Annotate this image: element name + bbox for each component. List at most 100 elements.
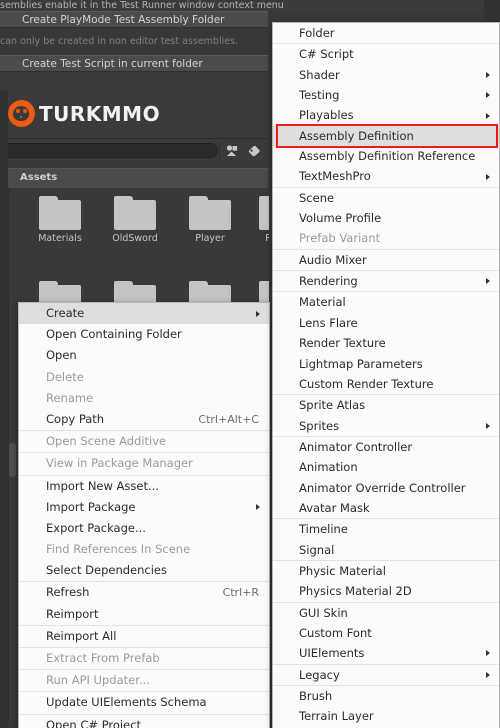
create-item-brush[interactable]: Brush [273, 686, 499, 706]
menu-item-label: Reimport [46, 606, 99, 621]
menu-item-reimport[interactable]: Reimport [19, 604, 269, 625]
turkmmo-watermark: TURKMMO [8, 100, 160, 127]
create-item-gui-skin[interactable]: GUI Skin [273, 603, 499, 623]
assets-breadcrumb[interactable]: Assets [8, 168, 268, 188]
create-item-assembly-definition-reference[interactable]: Assembly Definition Reference [273, 146, 499, 166]
menu-item-label: Playables [299, 108, 354, 123]
create-item-animator-controller[interactable]: Animator Controller [273, 437, 499, 457]
create-item-custom-font[interactable]: Custom Font [273, 623, 499, 643]
create-item-shader[interactable]: Shader [273, 65, 499, 85]
menu-item-label: Timeline [299, 522, 348, 537]
menu-item-extract-from-prefab: Extract From Prefab [19, 648, 269, 669]
asset-label: Player [249, 233, 269, 244]
create-submenu[interactable]: Folder C# Script Shader Testing Playables Ass… [272, 22, 500, 728]
menu-item-select-dependencies[interactable]: Select Dependencies [19, 560, 269, 581]
create-item-scene[interactable]: Scene [273, 188, 499, 208]
create-item-render-texture[interactable]: Render Texture [273, 333, 499, 353]
create-item-rendering[interactable]: Rendering [273, 271, 499, 291]
create-test-script-button[interactable]: Create Test Script in current folder [0, 55, 268, 72]
asset-item[interactable]: OldSword [104, 196, 166, 244]
menu-item-label: Assembly Definition [299, 128, 414, 143]
create-item-timeline[interactable]: Timeline [273, 519, 499, 539]
assets-scrollbar[interactable] [9, 443, 16, 477]
create-item-c-script[interactable]: C# Script [273, 44, 499, 64]
create-item-sprites[interactable]: Sprites [273, 416, 499, 436]
menu-item-label: Export Package... [46, 520, 146, 535]
create-item-animator-override-controller[interactable]: Animator Override Controller [273, 478, 499, 498]
label-filter-icon[interactable] [244, 143, 264, 158]
menu-item-create[interactable]: Create [19, 303, 269, 325]
asset-item[interactable]: Player [179, 196, 241, 244]
create-item-testing[interactable]: Testing [273, 85, 499, 105]
create-item-playables[interactable]: Playables [273, 105, 499, 125]
menu-item-label: Render Texture [299, 336, 386, 351]
menu-item-label: Brush [299, 689, 333, 703]
menu-item-reimport-all[interactable]: Reimport All [19, 626, 269, 647]
asset-item[interactable]: Materials [29, 196, 91, 244]
create-item-uielements[interactable]: UIElements [273, 643, 499, 663]
menu-item-label: Scene [299, 190, 335, 205]
submenu-arrow-icon [486, 71, 490, 78]
menu-item-label: Signal [299, 542, 335, 557]
menu-item-open-containing-folder[interactable]: Open Containing Folder [19, 324, 269, 345]
menu-item-label: Rename [46, 390, 94, 405]
menu-item-label: Open C# Project [46, 717, 142, 728]
create-item-physics-material-2d[interactable]: Physics Material 2D [273, 581, 499, 601]
menu-item-label: Animator Override Controller [299, 480, 466, 495]
create-item-custom-render-texture[interactable]: Custom Render Texture [273, 374, 499, 394]
menu-item-label: Volume Profile [299, 211, 382, 226]
create-playmode-test-assembly-folder-button[interactable]: Create PlayMode Test Assembly Folder [0, 11, 268, 28]
create-item-material[interactable]: Material [273, 292, 499, 312]
left-dark-strip [0, 90, 8, 728]
submenu-arrow-icon [486, 173, 490, 180]
submenu-arrow-icon [486, 92, 490, 99]
create-item-folder[interactable]: Folder [273, 23, 499, 43]
create-item-audio-mixer[interactable]: Audio Mixer [273, 250, 499, 270]
asset-filter-icon[interactable] [222, 143, 242, 158]
menu-item-import-new-asset[interactable]: Import New Asset... [19, 476, 269, 497]
menu-item-label: Extract From Prefab [46, 651, 160, 665]
menu-item-find-references-in-scene: Find References In Scene [19, 539, 269, 560]
create-item-signal[interactable]: Signal [273, 540, 499, 560]
create-item-sprite-atlas[interactable]: Sprite Atlas [273, 395, 499, 415]
create-item-lightmap-parameters[interactable]: Lightmap Parameters [273, 354, 499, 374]
submenu-arrow-icon [486, 650, 490, 657]
menu-item-label: Avatar Mask [299, 500, 370, 515]
create-item-animation[interactable]: Animation [273, 457, 499, 477]
menu-item-label: Select Dependencies [46, 563, 167, 578]
menu-item-label: Physics Material 2D [299, 584, 412, 599]
create-item-volume-profile[interactable]: Volume Profile [273, 208, 499, 228]
create-item-terrain-layer[interactable]: Terrain Layer [273, 706, 499, 726]
menu-item-label: Legacy [299, 667, 340, 682]
create-item-legacy[interactable]: Legacy [273, 665, 499, 685]
asset-context-menu[interactable]: Create Open Containing Folder Open Delete Re… [18, 302, 270, 728]
menu-item-view-in-package-manager: View in Package Manager [19, 453, 269, 474]
folder-icon [114, 196, 156, 230]
menu-item-label: Prefab Variant [299, 231, 381, 246]
folder-icon [259, 196, 269, 230]
create-item-lens-flare[interactable]: Lens Flare [273, 313, 499, 333]
menu-item-label: Material [299, 295, 346, 310]
menu-item-copy-path[interactable]: Copy Path Ctrl+Alt+C [19, 409, 269, 430]
menu-item-label: Folder [299, 26, 335, 40]
search-input[interactable] [0, 143, 218, 158]
menu-item-open[interactable]: Open [19, 345, 269, 366]
menu-item-import-package[interactable]: Import Package [19, 497, 269, 518]
menu-item-label: Open [46, 348, 77, 363]
submenu-arrow-icon [486, 422, 490, 429]
create-item-textmeshpro[interactable]: TextMeshPro [273, 166, 499, 186]
create-item-assembly-definition[interactable]: Assembly Definition [273, 125, 499, 147]
menu-item-open-scene-additive: Open Scene Additive [19, 431, 269, 452]
create-item-avatar-mask[interactable]: Avatar Mask [273, 498, 499, 518]
menu-item-label: GUI Skin [299, 605, 348, 620]
menu-item-export-package[interactable]: Export Package... [19, 518, 269, 539]
menu-item-label: View in Package Manager [46, 456, 193, 471]
asset-item[interactable]: Player [249, 196, 269, 244]
menu-item-refresh[interactable]: Refresh Ctrl+R [19, 582, 269, 603]
project-window-toolbar [0, 139, 280, 162]
create-item-physic-material[interactable]: Physic Material [273, 561, 499, 581]
folder-icon [39, 196, 81, 230]
menu-item-update-uielements-schema[interactable]: Update UIElements Schema [19, 692, 269, 713]
menu-item-open-c-project[interactable]: Open C# Project [19, 715, 269, 728]
menu-item-label: UIElements [299, 646, 365, 661]
